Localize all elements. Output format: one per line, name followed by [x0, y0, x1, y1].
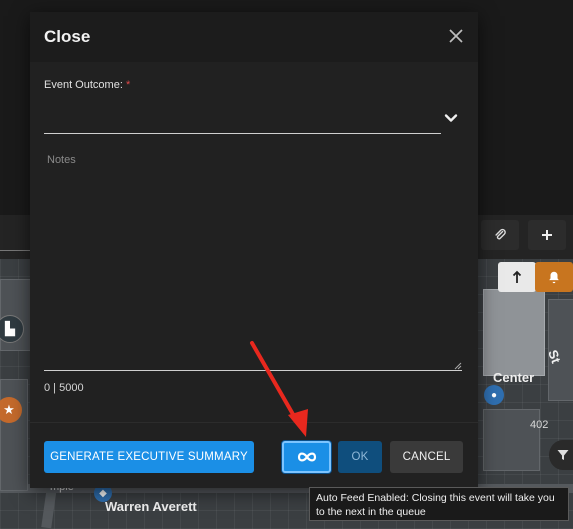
paperclip-icon[interactable]: [481, 220, 519, 250]
generate-executive-summary-button[interactable]: GENERATE EXECUTIVE SUMMARY: [44, 441, 254, 473]
infinity-icon: [297, 452, 316, 462]
select-underline: [44, 133, 441, 134]
dialog-header: Close: [30, 12, 478, 62]
map-label: 402: [530, 419, 549, 431]
chevron-down-icon[interactable]: [444, 111, 458, 125]
map-label: Center: [493, 370, 535, 385]
upload-arrow-icon[interactable]: [498, 262, 536, 292]
dialog-title: Close: [44, 27, 91, 46]
notes-placeholder: Notes: [47, 154, 76, 166]
event-outcome-label: Event Outcome: *: [44, 79, 130, 91]
auto-feed-tooltip: Auto Feed Enabled: Closing this event wi…: [309, 487, 569, 521]
auto-feed-button[interactable]: [282, 441, 331, 473]
cancel-button[interactable]: CANCEL: [390, 441, 463, 473]
ok-button[interactable]: OK: [338, 441, 382, 473]
annotation-arrow-icon: [250, 341, 308, 437]
event-outcome-label-text: Event Outcome:: [44, 79, 123, 91]
tab-indicator: [0, 250, 30, 251]
map-label: Warren Averett: [105, 499, 197, 514]
event-outcome-select[interactable]: [44, 102, 464, 134]
resize-handle-icon[interactable]: [454, 362, 462, 370]
lock-icon[interactable]: ●: [484, 385, 504, 405]
map-building: [483, 289, 545, 376]
filter-icon[interactable]: [549, 440, 573, 470]
close-icon[interactable]: [448, 28, 464, 44]
required-asterisk: *: [125, 79, 131, 91]
bell-icon[interactable]: [535, 262, 573, 292]
character-counter: 0 | 5000: [44, 382, 84, 394]
plus-icon[interactable]: [528, 220, 566, 250]
map-building: [0, 379, 28, 491]
